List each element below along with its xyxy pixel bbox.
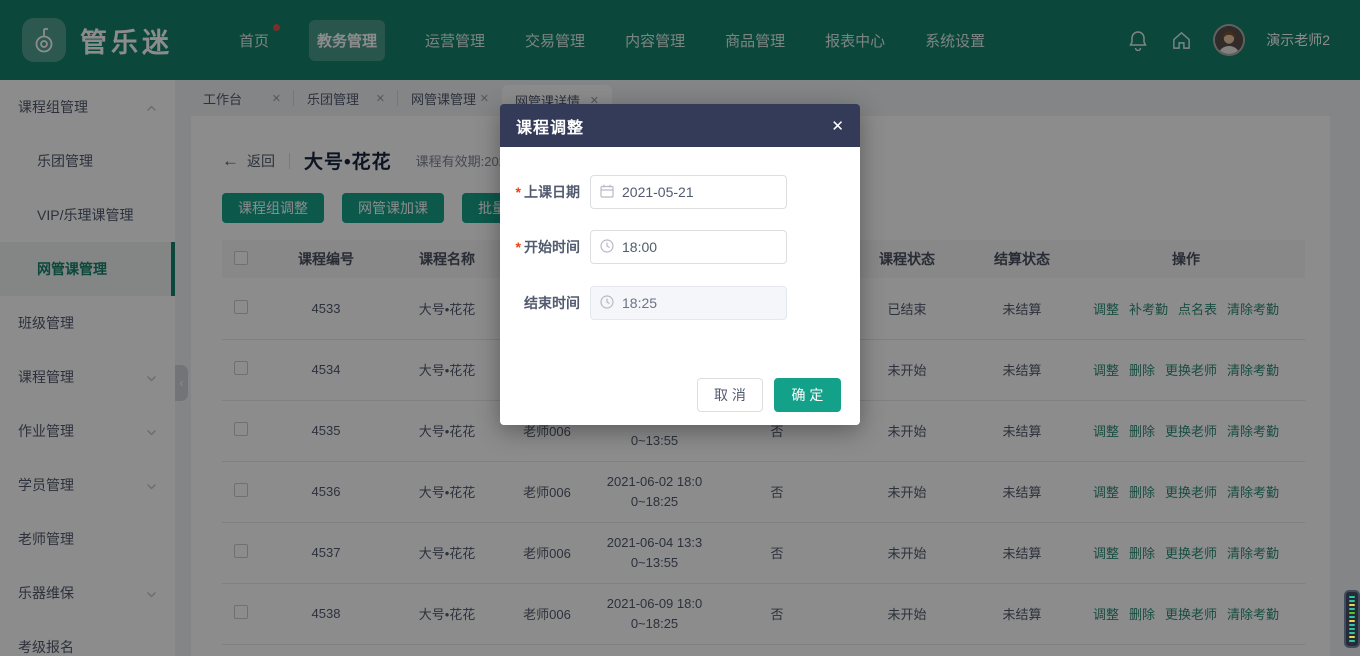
modal-title: 课程调整 <box>516 114 584 138</box>
field-value: 18:00 <box>622 239 657 255</box>
field-label: 结束时间 <box>500 293 580 313</box>
field-value: 2021-05-21 <box>622 184 694 200</box>
cancel-button[interactable]: 取 消 <box>697 378 763 412</box>
modal-body: *上课日期 2021-05-21 *开始时间 18:00 结束时间 18:25 取 … <box>500 147 860 425</box>
required-asterisk: * <box>516 239 521 255</box>
field-label: *上课日期 <box>500 182 580 202</box>
close-icon[interactable]: ✕ <box>831 117 844 135</box>
field-label: *开始时间 <box>500 237 580 257</box>
modal-field-1: *开始时间 18:00 <box>500 230 860 264</box>
modal-field-0: *上课日期 2021-05-21 <box>500 175 860 209</box>
modal-header: 课程调整 ✕ <box>500 104 860 147</box>
course-adjust-modal: 课程调整 ✕ *上课日期 2021-05-21 *开始时间 18:00 结束时间 1… <box>500 104 860 425</box>
field-value: 18:25 <box>622 295 657 311</box>
required-asterisk: * <box>516 184 521 200</box>
calendar-icon <box>600 184 614 201</box>
clock-icon <box>600 239 614 256</box>
clock-icon <box>600 295 614 312</box>
上课日期-input[interactable]: 2021-05-21 <box>590 175 787 209</box>
modal-field-2: 结束时间 18:25 <box>500 286 860 320</box>
结束时间-input: 18:25 <box>590 286 787 320</box>
confirm-button[interactable]: 确 定 <box>774 378 841 412</box>
minimap-scrollbar[interactable] <box>1344 590 1360 648</box>
开始时间-input[interactable]: 18:00 <box>590 230 787 264</box>
